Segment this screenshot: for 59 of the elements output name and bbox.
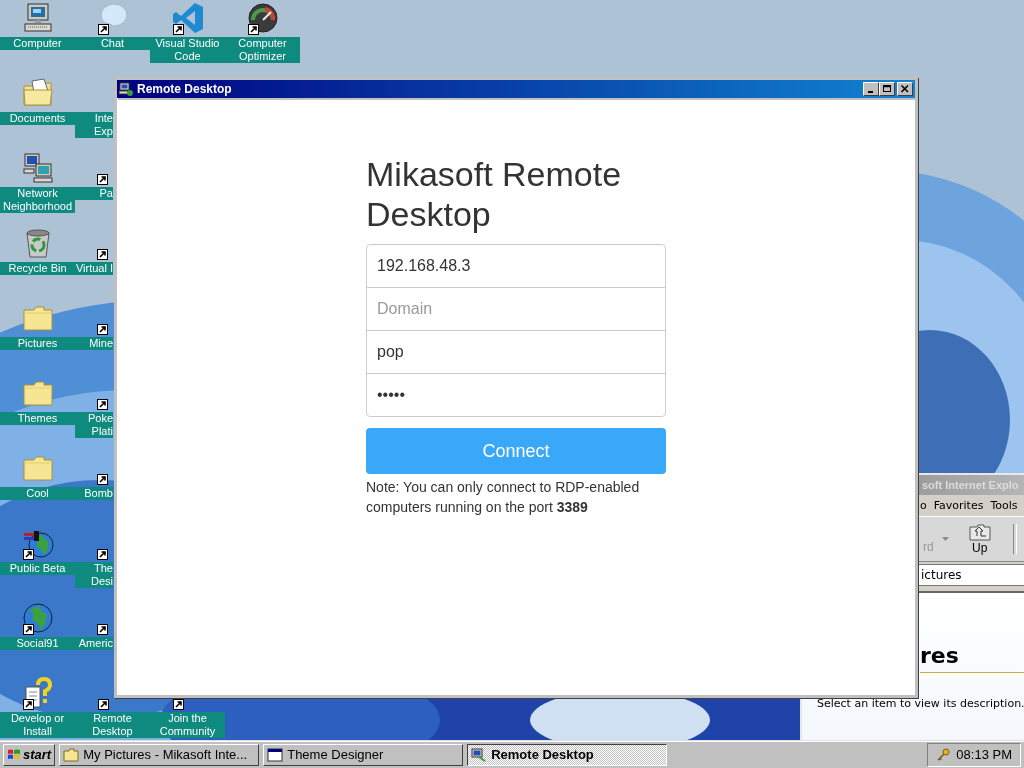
toolbar-button[interactable]: Up (968, 523, 991, 555)
key-icon[interactable] (936, 747, 951, 762)
menu-item[interactable]: o (920, 499, 927, 512)
taskbar-button[interactable]: Theme Designer (263, 743, 464, 766)
page-heading: res (920, 643, 1024, 673)
folder-up-icon (968, 523, 991, 541)
remote-computer-icon (471, 746, 488, 763)
taskbar-button[interactable]: Remote Desktop (467, 743, 668, 766)
network-computers-icon[interactable] (21, 152, 54, 184)
icon-label[interactable]: Mine (75, 337, 113, 350)
icon-label[interactable]: Inte Exp (75, 112, 113, 138)
icon-label[interactable]: Join the Community (150, 712, 225, 738)
connect-button[interactable]: Connect (366, 428, 666, 474)
icon-label[interactable]: Public Beta (0, 562, 75, 575)
description-text: Select an item to view its description. (817, 697, 1024, 710)
icon-label[interactable]: Cool (0, 487, 75, 500)
window-icon (267, 746, 284, 763)
icon-label[interactable]: Documents (0, 112, 75, 125)
icon-label[interactable]: Poke Plati (75, 412, 113, 438)
folder-icon (63, 746, 80, 763)
icon-label[interactable]: Themes (0, 412, 75, 425)
input-field[interactable]: 192.168.48.3 (366, 244, 666, 288)
icon-label[interactable]: The Desi (75, 562, 113, 588)
menu-item[interactable]: Tools (990, 499, 1018, 512)
icon-label[interactable]: Pictures (0, 337, 75, 350)
input-field[interactable]: ••••• (366, 373, 666, 417)
document-folder-icon[interactable] (21, 77, 54, 109)
clock: 08:13 PM (956, 747, 1012, 762)
taskbar-button[interactable]: My Pictures - Mikasoft Inte... (59, 743, 260, 766)
maximize-icon (882, 85, 892, 93)
icon-label[interactable]: Network Neighborhood (0, 187, 75, 213)
ribbon-icon[interactable] (171, 2, 204, 34)
minimize-button[interactable] (863, 82, 879, 96)
computer-icon[interactable] (21, 2, 54, 34)
app-heading: Mikasoft Remote Desktop (366, 154, 623, 234)
icon-label[interactable]: Remote Desktop (75, 712, 150, 738)
input-field[interactable]: pop (366, 330, 666, 374)
icon-label[interactable]: Computer (0, 37, 75, 50)
icon-label[interactable]: Develop or Install (0, 712, 75, 738)
remote-computer-icon (119, 82, 133, 96)
input-field[interactable]: Domain (366, 287, 666, 331)
menu-item[interactable]: Favorites (933, 499, 984, 512)
icon-label[interactable]: Computer Optimizer (225, 37, 300, 63)
maximize-button[interactable] (879, 82, 895, 96)
icon-label[interactable]: Social91 (0, 637, 75, 650)
icon-label[interactable]: Visual Studio Code (150, 37, 225, 63)
icon-label[interactable]: Pa (75, 187, 113, 200)
icon-label[interactable]: Virtual I (75, 262, 113, 275)
icon-label[interactable]: Americ (75, 637, 113, 650)
address-field[interactable]: ictures (918, 564, 1024, 586)
note-text: Note: You can only connect to RDP-enabled computers running on the port 3389 (366, 478, 641, 517)
window-title: Remote Desktop (137, 82, 233, 96)
flag-logo-icon (7, 748, 21, 761)
close-icon (900, 85, 910, 93)
icon-label[interactable]: Bomb (75, 487, 113, 500)
close-button[interactable] (897, 82, 913, 96)
icon-label[interactable]: Recycle Bin (0, 262, 75, 275)
start-button[interactable]: start (3, 743, 56, 766)
icon-label[interactable]: Chat (75, 37, 150, 50)
